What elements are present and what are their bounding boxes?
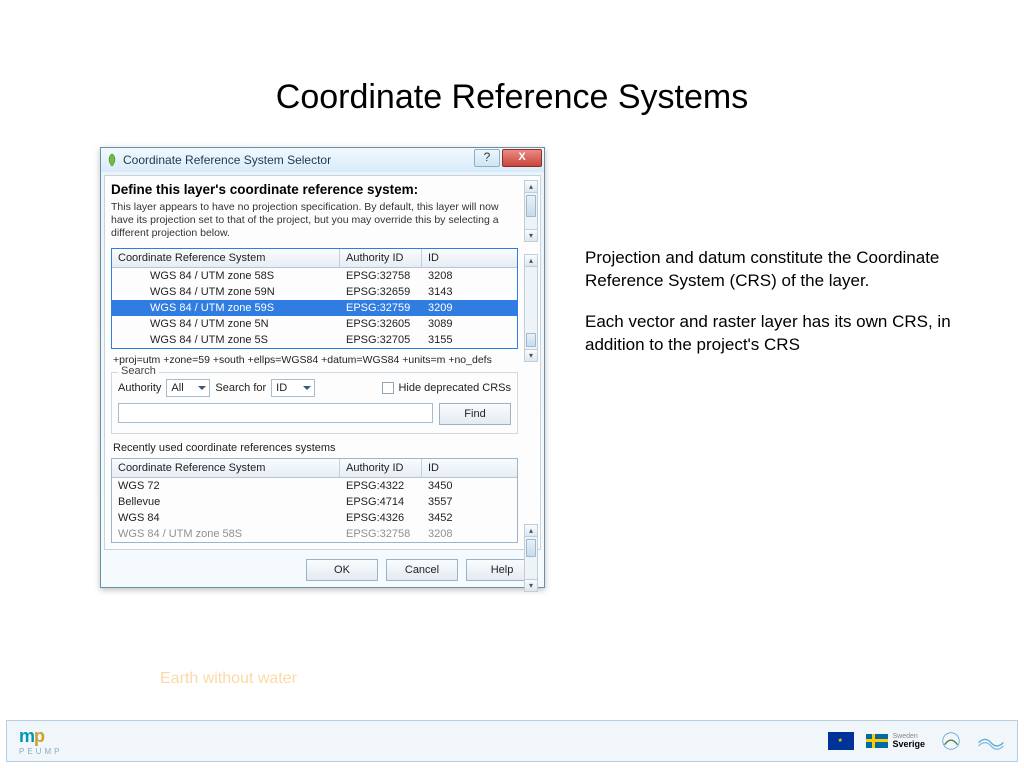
group-title: Search (118, 365, 159, 377)
table-row[interactable]: WGS 84 / UTM zone 5SEPSG:327053155 (112, 332, 517, 348)
watermark-text: Earth without water (160, 670, 297, 688)
titlebar[interactable]: Coordinate Reference System Selector ? X (101, 148, 544, 172)
checkbox-icon[interactable] (382, 382, 394, 394)
proj-string: +proj=utm +zone=59 +south +ellps=WGS84 +… (113, 354, 532, 366)
side-p1: Projection and datum constitute the Coor… (585, 247, 955, 293)
slide-title: Coordinate Reference Systems (0, 0, 1024, 117)
pacific-community-icon (937, 730, 965, 752)
col-crs[interactable]: Coordinate Reference System (112, 459, 340, 477)
recent-table: Coordinate Reference System Authority ID… (111, 458, 518, 543)
crs-table: Coordinate Reference System Authority ID… (111, 248, 518, 349)
authority-label: Authority (118, 382, 161, 394)
table-row[interactable]: WGS 84 / UTM zone 59NEPSG:326593143 (112, 284, 517, 300)
search-input[interactable] (118, 403, 433, 423)
dialog-description: This layer appears to have no projection… (111, 201, 534, 240)
table-row[interactable]: WGS 72EPSG:43223450 (112, 478, 517, 494)
table-row[interactable]: BellevueEPSG:47143557 (112, 494, 517, 510)
table-row[interactable]: WGS 84EPSG:43263452 (112, 510, 517, 526)
side-text: Projection and datum constitute the Coor… (585, 147, 955, 588)
footer: mp PEUMP SwedenSverige (6, 720, 1018, 762)
close-icon[interactable]: X (502, 149, 542, 167)
table-row[interactable]: WGS 84 / UTM zone 5NEPSG:326053089 (112, 316, 517, 332)
titlebar-text: Coordinate Reference System Selector (123, 153, 331, 167)
sverige-logo: SwedenSverige (866, 733, 925, 749)
eu-flag-icon (828, 732, 854, 750)
side-p2: Each vector and raster layer has its own… (585, 311, 955, 357)
scrollbar[interactable]: ▴▾ (524, 524, 538, 592)
col-id[interactable]: ID (422, 249, 482, 267)
ok-button[interactable]: OK (306, 559, 378, 581)
table-header: Coordinate Reference System Authority ID… (112, 249, 517, 268)
table-header: Coordinate Reference System Authority ID… (112, 459, 517, 478)
app-icon (105, 153, 119, 167)
table-row-selected[interactable]: WGS 84 / UTM zone 59SEPSG:327593209 (112, 300, 517, 316)
col-auth[interactable]: Authority ID (340, 249, 422, 267)
searchfor-combo[interactable]: ID (271, 379, 315, 397)
help-icon[interactable]: ? (474, 149, 500, 167)
table-row[interactable]: WGS 84 / UTM zone 58SEPSG:327583208 (112, 268, 517, 284)
scrollbar[interactable]: ▴▾ (524, 254, 538, 362)
searchfor-label: Search for (215, 382, 266, 394)
recent-label: Recently used coordinate references syst… (113, 442, 534, 454)
cancel-button[interactable]: Cancel (386, 559, 458, 581)
find-button[interactable]: Find (439, 403, 511, 425)
table-row[interactable]: WGS 84 / UTM zone 58SEPSG:327583208 (112, 526, 517, 542)
crs-selector-dialog: Coordinate Reference System Selector ? X… (100, 147, 545, 588)
search-group: Search Authority All Search for ID Hide … (111, 372, 518, 434)
sweden-flag-icon (866, 734, 888, 748)
scrollbar[interactable]: ▴▾ (524, 180, 538, 242)
peump-logo: mp PEUMP (19, 726, 62, 756)
authority-combo[interactable]: All (166, 379, 210, 397)
hide-deprecated[interactable]: Hide deprecated CRSs (382, 382, 511, 394)
spc-icon (977, 730, 1005, 752)
dialog-heading: Define this layer's coordinate reference… (111, 182, 534, 197)
col-crs[interactable]: Coordinate Reference System (112, 249, 340, 267)
col-id[interactable]: ID (422, 459, 482, 477)
col-auth[interactable]: Authority ID (340, 459, 422, 477)
